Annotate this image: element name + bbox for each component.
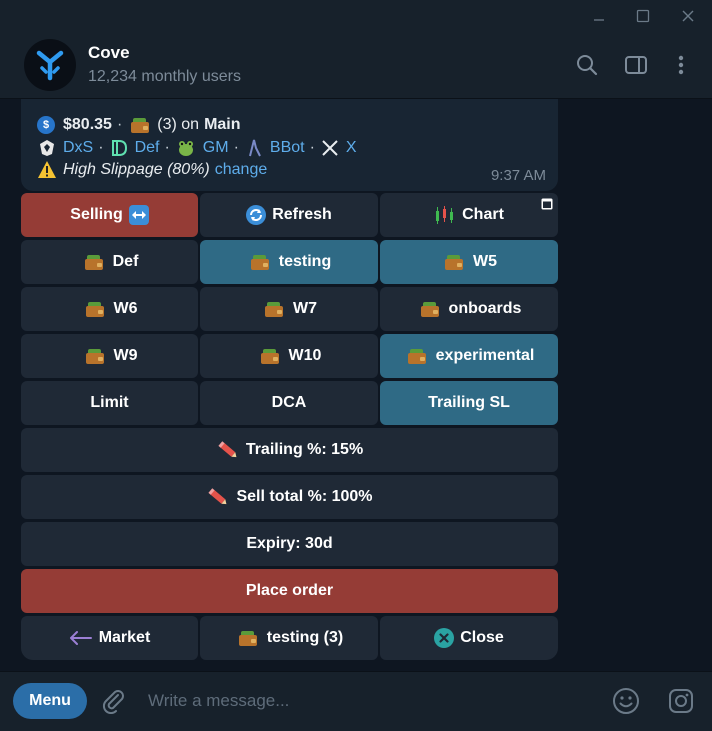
x-logo-icon (322, 140, 338, 156)
telegram-window: Cove 12,234 monthly users $ $80.35 · (3)… (0, 0, 712, 731)
pencil-icon (208, 488, 227, 505)
wallet-button-testing[interactable]: testing (200, 240, 378, 284)
defined-icon (111, 140, 127, 156)
sell-total-percent-button[interactable]: Sell total %: 100% (21, 475, 558, 519)
wallet-name: Main (204, 116, 241, 133)
chart-button[interactable]: Chart (380, 193, 558, 237)
link-bbot[interactable]: BBot (270, 139, 305, 157)
menu-button[interactable]: Menu (13, 683, 87, 719)
more-vertical-icon[interactable] (667, 51, 695, 79)
message-time: 9:37 AM (490, 167, 546, 184)
link-def[interactable]: Def (135, 139, 160, 157)
back-arrow-icon (69, 631, 92, 645)
message-bubble: $ $80.35 · (3) on Main DxS · Def · GM · … (21, 99, 558, 191)
market-back-button[interactable]: Market (21, 616, 198, 660)
wallet-button-w10[interactable]: W10 (200, 334, 378, 378)
place-order-button[interactable]: Place order (21, 569, 558, 613)
message-line-balance: $ $80.35 · (3) on Main (37, 116, 241, 134)
link-dxs[interactable]: DxS (63, 139, 93, 157)
chat-subtitle: 12,234 monthly users (88, 68, 241, 85)
wallet-button-onboards[interactable]: onboards (380, 287, 558, 331)
wallet-icon (250, 254, 269, 270)
balance-amount: $80.35 (63, 116, 112, 133)
wallet-button-w7[interactable]: W7 (200, 287, 378, 331)
order-type-limit-button[interactable]: Limit (21, 381, 198, 425)
wallet-icon (85, 348, 104, 364)
cove-logo-icon (36, 50, 64, 81)
close-button[interactable]: Close (380, 616, 558, 660)
wallet-select-testing-button[interactable]: testing (3) (200, 616, 378, 660)
wallet-button-w5[interactable]: W5 (380, 240, 558, 284)
swap-arrows-icon (128, 205, 149, 225)
warning-icon (38, 161, 56, 178)
sidebar-toggle-icon[interactable] (622, 51, 650, 79)
order-type-trailing-sl-button[interactable]: Trailing SL (380, 381, 558, 425)
wallet-icon (445, 254, 463, 270)
link-x[interactable]: X (346, 139, 357, 157)
message-line-slippage: High Slippage (80%) change (37, 160, 267, 179)
wallet-icon (260, 348, 279, 364)
message-line-links: DxS · Def · GM · BBot · X (37, 138, 357, 158)
wallet-icon (84, 254, 103, 270)
minimize-icon[interactable] (576, 0, 622, 32)
selling-toggle-button[interactable]: Selling (21, 193, 198, 237)
chart-icon (436, 206, 454, 224)
message-input[interactable] (148, 686, 568, 716)
wallet-icon (131, 117, 150, 133)
chat-title[interactable]: Cove (88, 43, 130, 63)
dexscreener-icon (40, 140, 54, 156)
avatar[interactable] (24, 39, 76, 91)
gmgn-frog-icon (178, 141, 193, 156)
wallet-icon (420, 301, 439, 317)
slippage-text: High Slippage (80%) (63, 160, 210, 178)
wallet-button-w6[interactable]: W6 (21, 287, 198, 331)
sticker-icon[interactable] (666, 686, 696, 716)
usdc-coin-icon: $ (37, 116, 55, 134)
message-list: $ $80.35 · (3) on Main DxS · Def · GM · … (0, 99, 712, 671)
bbot-icon (248, 139, 261, 157)
pencil-icon (218, 441, 237, 458)
wallet-icon (85, 301, 104, 317)
wallet-count: (3) on (157, 116, 200, 133)
chat-header: Cove 12,234 monthly users (0, 32, 712, 99)
message-composer: Menu (0, 671, 712, 731)
wallet-button-experimental[interactable]: experimental (380, 334, 558, 378)
close-circle-icon (434, 628, 455, 648)
close-window-icon[interactable] (665, 0, 711, 32)
attach-icon[interactable] (99, 686, 129, 716)
open-external-icon (541, 198, 553, 210)
refresh-icon (246, 205, 267, 225)
wallet-icon (407, 348, 426, 364)
wallet-icon (238, 630, 257, 646)
change-slippage-link[interactable]: change (215, 161, 268, 179)
emoji-icon[interactable] (611, 686, 641, 716)
wallet-icon (265, 301, 283, 317)
wallet-button-def[interactable]: Def (21, 240, 198, 284)
maximize-icon[interactable] (620, 0, 666, 32)
expiry-button[interactable]: Expiry: 30d (21, 522, 558, 566)
refresh-button[interactable]: Refresh (200, 193, 378, 237)
order-type-dca-button[interactable]: DCA (200, 381, 378, 425)
title-bar (0, 0, 712, 32)
search-icon[interactable] (573, 51, 601, 79)
link-gm[interactable]: GM (203, 139, 229, 157)
trailing-percent-button[interactable]: Trailing %: 15% (21, 428, 558, 472)
wallet-button-w9[interactable]: W9 (21, 334, 198, 378)
